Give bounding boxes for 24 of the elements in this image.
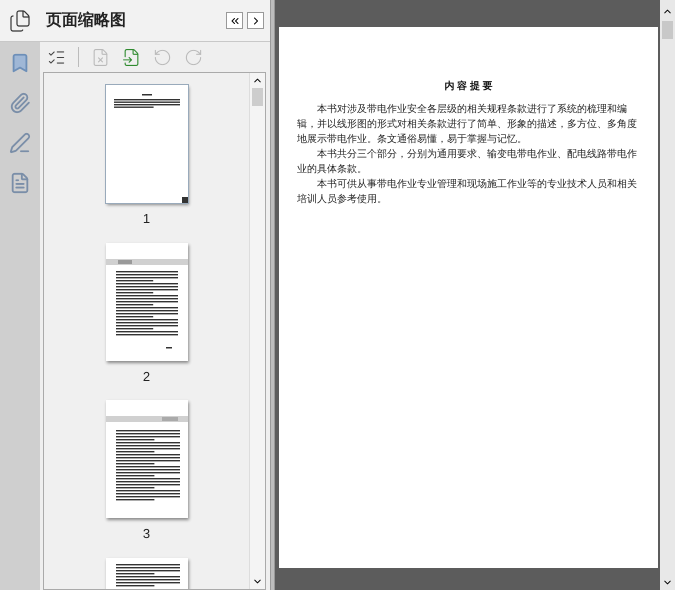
document-paragraph: 本书对涉及带电作业安全各层级的相关规程条款进行了系统的梳理和编辑，并以线形图的形式对相关条款进行了简单、形象的描述，多方位、多角度地展示带电作业。条文通俗易懂，易于掌握与记忆。 (297, 102, 638, 147)
scroll-thumb[interactable] (662, 21, 673, 39)
document-paragraph: 本书可供从事带电作业专业管理和现场施工作业等的专业技术人员和相关培训人员参考使用。 (297, 178, 638, 207)
document-heading: 内 容 提 要 (443, 79, 494, 94)
pages-icon (8, 8, 32, 32)
document-paragraph: 本书共分三个部分，分别为通用要求、输变电带电作业、配电线路带电作业的具体条款。 (297, 148, 638, 177)
page-thumbnail[interactable] (106, 242, 188, 360)
scrollbar[interactable] (660, 0, 675, 590)
insert-page-button[interactable] (122, 48, 141, 66)
page-number: 1 (142, 210, 150, 228)
page-number: 2 (142, 368, 150, 386)
insert-icon (122, 48, 141, 66)
page-number: 3 (142, 525, 150, 543)
delete-icon (91, 48, 110, 66)
page-thumbnail[interactable] (106, 400, 188, 518)
collapse-button[interactable] (226, 12, 243, 29)
next-button[interactable] (247, 12, 264, 29)
paperclip-icon[interactable] (9, 92, 31, 114)
rotate-left-icon (153, 48, 172, 66)
rotate-right-icon (184, 48, 203, 66)
panel-title: 页面缩略图 (46, 10, 127, 30)
scrollbar[interactable] (249, 73, 265, 589)
page-thumbnail[interactable] (106, 85, 188, 203)
scroll-thumb[interactable] (252, 88, 263, 106)
